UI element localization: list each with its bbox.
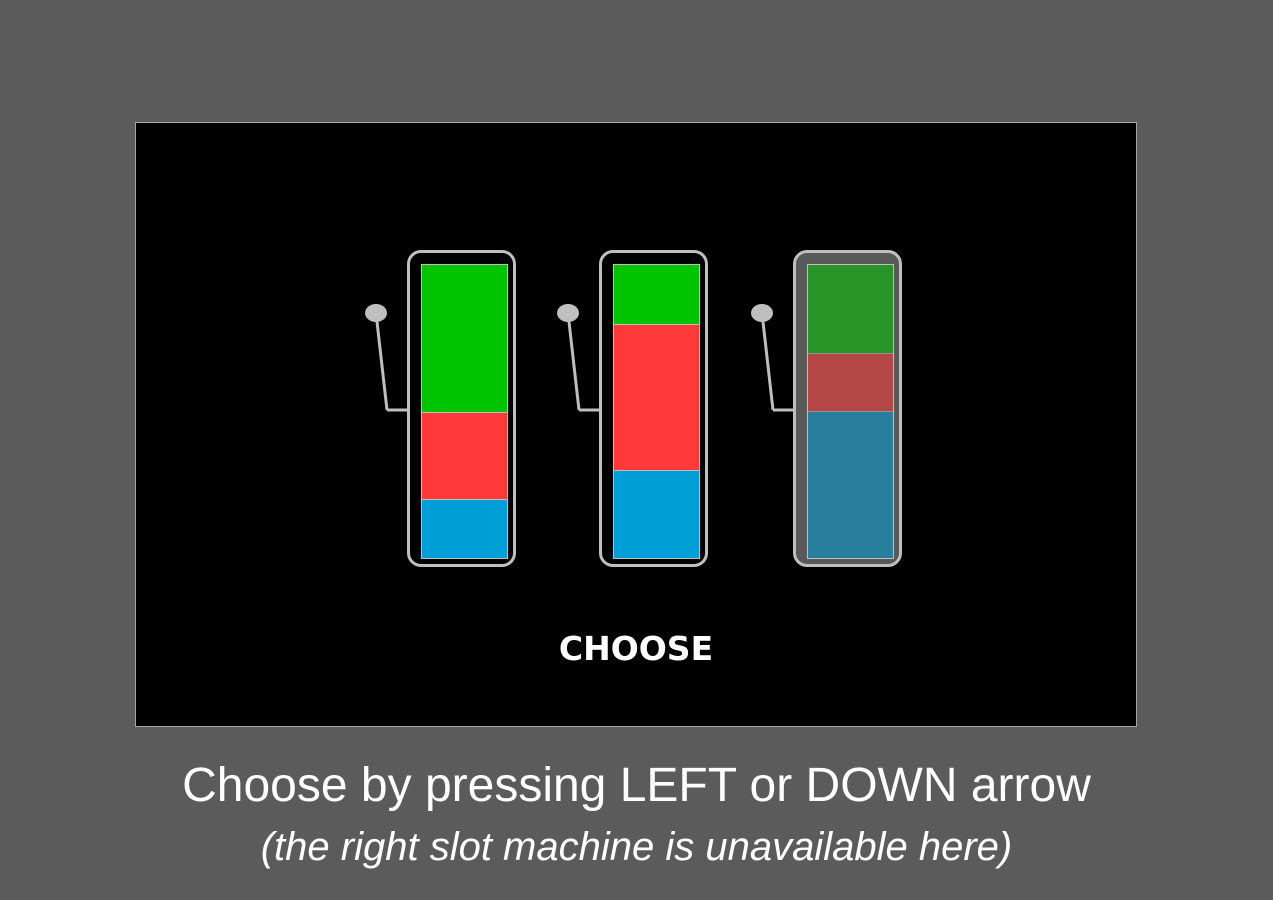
- game-stage: CHOOSE: [135, 122, 1137, 727]
- middle-reel-green-segment: [614, 265, 699, 324]
- left-reel-blue-segment: [422, 499, 507, 558]
- left-reel-red-segment: [422, 411, 507, 500]
- instruction-text: Choose by pressing LEFT or DOWN arrow: [182, 759, 1091, 812]
- right-machine-reel: [807, 264, 894, 559]
- middle-reel-blue-segment: [614, 470, 699, 558]
- middle-machine-lever: [557, 304, 599, 412]
- left-reel-green-segment: [422, 265, 507, 412]
- left-slot-machine[interactable]: [407, 250, 516, 567]
- right-reel-red-segment: [808, 352, 893, 412]
- left-machine-reel: [421, 264, 508, 559]
- right-slot-machine: [793, 250, 902, 567]
- left-lever-knob: [365, 304, 387, 322]
- availability-note: (the right slot machine is unavailable h…: [260, 825, 1013, 869]
- middle-slot-machine[interactable]: [599, 250, 708, 567]
- choose-prompt: CHOOSE: [558, 629, 714, 668]
- left-machine-lever: [365, 304, 407, 412]
- right-reel-green-segment: [808, 265, 893, 353]
- middle-lever-knob: [557, 304, 579, 322]
- middle-machine-reel: [613, 264, 700, 559]
- right-lever-knob: [751, 304, 773, 322]
- middle-reel-red-segment: [614, 323, 699, 471]
- right-machine-lever: [751, 304, 793, 412]
- right-reel-blue-segment: [808, 411, 893, 558]
